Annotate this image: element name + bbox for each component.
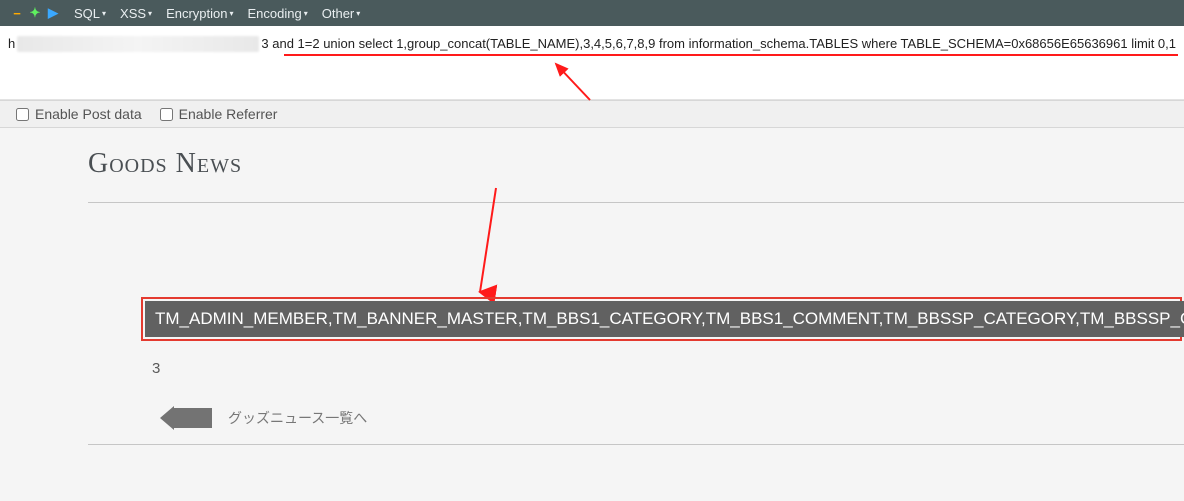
post-checkbox-input[interactable] [16,108,29,121]
enable-post-checkbox[interactable]: Enable Post data [16,106,142,122]
post-checkbox-label: Enable Post data [35,106,142,122]
annotation-arrow-2 [470,184,510,304]
play-icon[interactable]: ▶ [48,8,58,18]
sql-result-tables: TM_ADMIN_MEMBER,TM_BANNER_MASTER,TM_BBS1… [145,301,1184,337]
divider-2 [88,444,1184,445]
hackbar-toolbar: − ✦ ▶ SQL▾ XSS▾ Encryption▾ Encoding▾ Ot… [0,0,1184,26]
annotation-arrow-1 [548,58,608,106]
menu-xss[interactable]: XSS▾ [116,6,156,21]
url-blurred-host [17,36,259,52]
divider-1 [88,202,1184,203]
minus-icon[interactable]: − [12,8,22,18]
enable-referrer-checkbox[interactable]: Enable Referrer [160,106,278,122]
page-content: Goods News [0,128,1184,203]
back-link[interactable]: グッズニュース一覧へ [228,408,367,428]
menu-encryption[interactable]: Encryption▾ [162,6,237,21]
back-arrow-icon[interactable] [160,406,212,430]
menu-encoding[interactable]: Encoding▾ [244,6,312,21]
referrer-checkbox-input[interactable] [160,108,173,121]
plus-icon[interactable]: ✦ [30,8,40,18]
annotation-underline [284,54,1178,56]
url-input-row: h 3 and 1=2 union select 1,group_concat(… [0,26,1184,100]
url-injection-text: 3 and 1=2 union select 1,group_concat(TA… [261,36,1176,51]
url-input[interactable]: h 3 and 1=2 union select 1,group_concat(… [8,36,1176,52]
page-title: Goods News [88,148,1184,180]
menu-sql[interactable]: SQL▾ [70,6,110,21]
back-row: グッズニュース一覧へ [160,406,367,430]
result-value-3: 3 [152,360,160,377]
url-prefix: h [8,36,15,51]
referrer-checkbox-label: Enable Referrer [179,106,278,122]
menu-other[interactable]: Other▾ [318,6,365,21]
